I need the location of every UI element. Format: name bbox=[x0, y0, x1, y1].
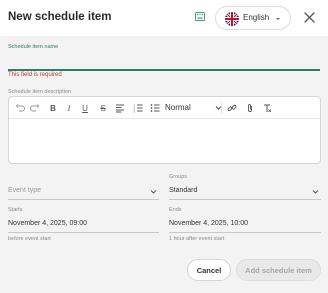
bullet-list-icon[interactable] bbox=[150, 103, 160, 113]
language-selector[interactable]: English bbox=[215, 6, 291, 30]
starts-datetime-input[interactable]: November 4, 2025, 09:00 bbox=[8, 217, 159, 233]
groups-select[interactable]: Standard bbox=[169, 184, 321, 200]
chevron-down-icon bbox=[312, 190, 319, 194]
schedule-item-name-input[interactable] bbox=[8, 52, 320, 69]
dialog-header: New schedule item English bbox=[0, 0, 328, 36]
groups-value: Standard bbox=[169, 187, 198, 194]
starts-helper-text: before event start bbox=[8, 236, 51, 242]
event-type-placeholder: Event type bbox=[8, 187, 42, 194]
name-error-message: This field is required bbox=[8, 72, 62, 78]
text-format-select[interactable]: Normal bbox=[165, 100, 225, 116]
clear-format-icon[interactable] bbox=[262, 103, 272, 113]
starts-value: November 4, 2025, 09:00 bbox=[8, 220, 87, 227]
groups-label: Groups bbox=[169, 174, 188, 180]
ends-datetime-input[interactable]: November 4, 2025, 10:00 bbox=[169, 217, 321, 233]
ends-value: November 4, 2025, 10:00 bbox=[169, 220, 248, 227]
svg-text:3: 3 bbox=[133, 109, 135, 113]
dialog-title: New schedule item bbox=[8, 11, 112, 23]
cancel-button[interactable]: Cancel bbox=[187, 259, 231, 281]
uk-flag-icon bbox=[225, 12, 239, 26]
italic-button[interactable]: I bbox=[64, 103, 74, 113]
bold-button[interactable]: B bbox=[48, 103, 58, 113]
strikethrough-button[interactable]: S bbox=[98, 103, 108, 113]
link-icon[interactable] bbox=[227, 103, 237, 113]
name-field-underline bbox=[8, 69, 320, 71]
description-field-label: Schedule item description bbox=[8, 89, 71, 95]
ends-label: Ends bbox=[169, 207, 182, 213]
chevron-down-icon bbox=[276, 18, 280, 20]
chevron-down-icon bbox=[150, 190, 157, 194]
name-field-label: Schedule item name bbox=[8, 44, 59, 50]
starts-label: Starts bbox=[8, 207, 23, 213]
add-schedule-item-button[interactable]: Add schedule item bbox=[236, 259, 321, 281]
attachment-icon[interactable] bbox=[245, 103, 255, 113]
language-label: English bbox=[243, 13, 270, 22]
ends-helper-text: 1 hour after event start bbox=[169, 236, 225, 242]
align-left-icon[interactable] bbox=[115, 103, 125, 113]
text-format-value: Normal bbox=[165, 103, 191, 112]
keyboard-icon[interactable] bbox=[195, 12, 205, 21]
undo-icon[interactable] bbox=[15, 103, 25, 113]
editor-toolbar: B I U S 1 2 3 Normal bbox=[9, 97, 320, 119]
event-type-select[interactable]: Event type bbox=[8, 184, 159, 200]
description-text-area[interactable] bbox=[9, 119, 320, 163]
numbered-list-icon[interactable]: 1 2 3 bbox=[133, 103, 143, 113]
underline-button[interactable]: U bbox=[80, 103, 90, 113]
description-editor: B I U S 1 2 3 Normal bbox=[8, 96, 321, 164]
toolbar-divider bbox=[221, 102, 222, 114]
close-icon[interactable] bbox=[304, 12, 315, 23]
redo-icon[interactable] bbox=[30, 103, 40, 113]
